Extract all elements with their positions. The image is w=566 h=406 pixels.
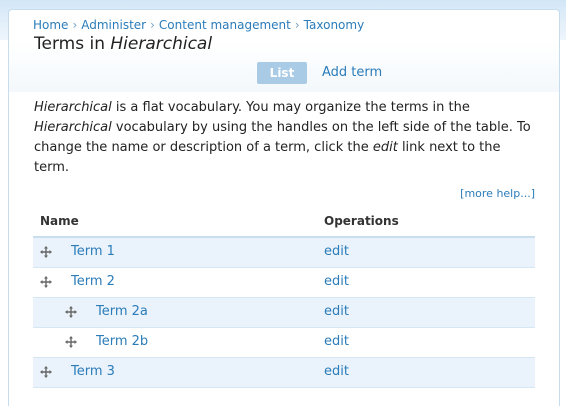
more-help-link[interactable]: [more help...]: [460, 187, 535, 200]
breadcrumb-content-management[interactable]: Content management: [159, 18, 291, 32]
page-panel: Terms in Hierarchical List Add term Hier…: [8, 9, 560, 406]
drag-handle-icon[interactable]: [64, 305, 78, 319]
description-vocabulary-2: Hierarchical: [34, 120, 112, 135]
table-row: Term 3 edit: [33, 358, 535, 388]
table-row: Term 2a edit: [33, 298, 535, 328]
tab-add-term[interactable]: Add term: [322, 64, 382, 82]
description-text-1: is a flat vocabulary. You may organize t…: [111, 100, 470, 115]
title-prefix: Terms in: [34, 34, 111, 54]
breadcrumb-administer[interactable]: Administer: [81, 18, 146, 32]
vocabulary-description: Hierarchical is a flat vocabulary. You m…: [34, 98, 534, 178]
breadcrumb-separator: ›: [150, 18, 155, 32]
breadcrumb-separator: ›: [72, 18, 78, 32]
edit-link[interactable]: edit: [324, 304, 349, 319]
table-row: Term 2 edit: [33, 268, 535, 298]
table-row: Term 1 edit: [33, 238, 535, 268]
table-row: Term 2b edit: [33, 328, 535, 358]
breadcrumb: Home › Administer › Content management › Taxon…: [33, 17, 364, 33]
edit-link[interactable]: edit: [324, 334, 349, 349]
drag-handle-icon[interactable]: [39, 365, 53, 379]
description-edit-word: edit: [372, 140, 398, 155]
breadcrumb-taxonomy[interactable]: Taxonomy: [304, 18, 365, 32]
header-name: Name: [40, 214, 79, 228]
term-link[interactable]: Term 1: [71, 244, 115, 259]
page-title: Terms in Hierarchical: [34, 33, 212, 55]
edit-link[interactable]: edit: [324, 364, 349, 379]
description-vocabulary-1: Hierarchical: [34, 100, 112, 115]
term-link[interactable]: Term 2a: [96, 304, 148, 319]
breadcrumb-home[interactable]: Home: [33, 18, 68, 32]
table-header: Name Operations: [33, 210, 535, 238]
drag-handle-icon[interactable]: [39, 275, 53, 289]
drag-handle-icon[interactable]: [64, 335, 78, 349]
term-link[interactable]: Term 2b: [96, 334, 148, 349]
drag-handle-icon[interactable]: [39, 245, 53, 259]
title-vocabulary: Hierarchical: [110, 34, 213, 54]
edit-link[interactable]: edit: [324, 244, 349, 259]
header-operations: Operations: [324, 214, 399, 228]
breadcrumb-separator: ›: [294, 18, 300, 32]
terms-table: Name Operations Term 1 edit Term 2 edit …: [33, 210, 535, 388]
term-link[interactable]: Term 2: [71, 274, 115, 289]
edit-link[interactable]: edit: [324, 274, 349, 289]
tab-list[interactable]: List: [257, 62, 307, 84]
term-link[interactable]: Term 3: [71, 364, 115, 379]
